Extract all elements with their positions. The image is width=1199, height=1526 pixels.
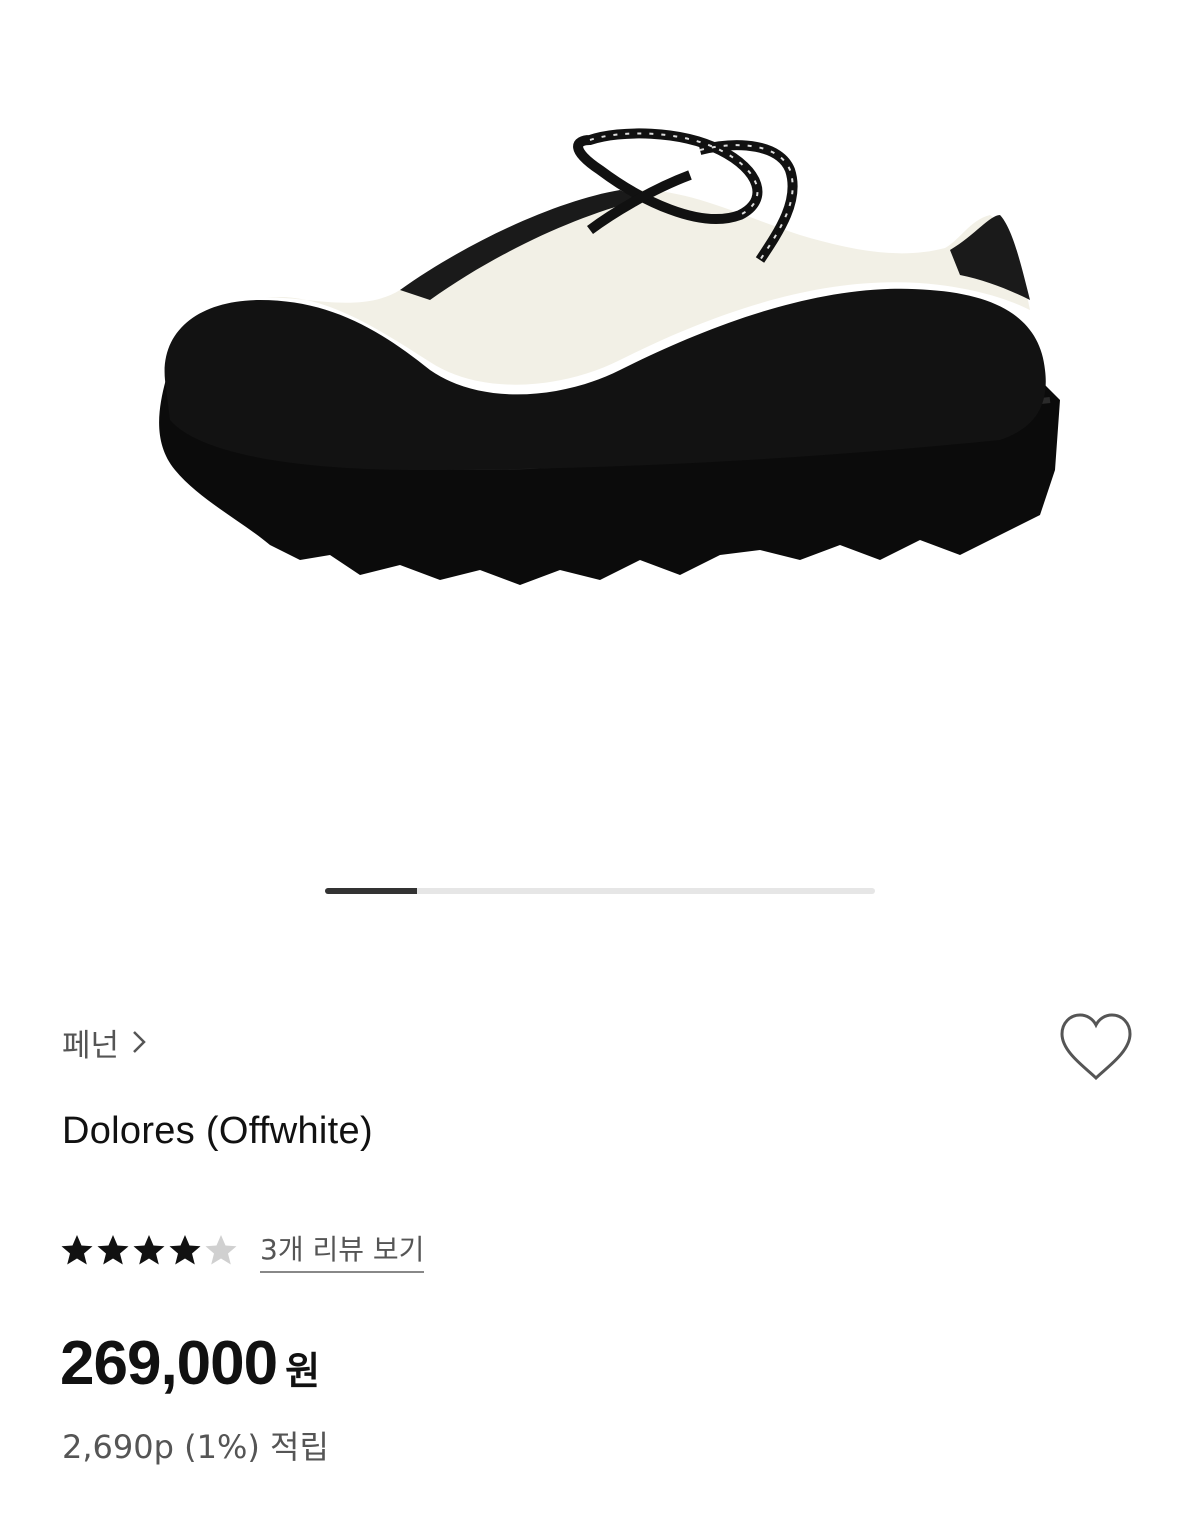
- star-filled-icon: [61, 1235, 93, 1265]
- brand-link[interactable]: 페넌: [62, 1020, 147, 1064]
- product-title: Dolores (Offwhite): [62, 1110, 373, 1152]
- rating-row: 3개 리뷰 보기: [60, 1226, 425, 1274]
- reward-points: 2,690p (1%) 적립: [62, 1428, 329, 1466]
- product-image-gallery[interactable]: [0, 0, 1199, 860]
- brand-name: 페넌: [62, 1027, 120, 1064]
- gallery-progress-fill: [325, 888, 417, 894]
- chevron-right-icon: [133, 1031, 146, 1053]
- star-filled-icon: [97, 1235, 129, 1265]
- product-shoe-image: [159, 128, 1060, 585]
- star-rating: [60, 1233, 238, 1267]
- star-filled-icon: [133, 1235, 165, 1265]
- price-row: 269,000 원: [60, 1328, 320, 1399]
- gallery-progress-indicator: [325, 888, 875, 894]
- star-filled-icon: [169, 1235, 201, 1265]
- price-value: 269,000: [60, 1329, 278, 1398]
- review-link[interactable]: 3개 리뷰 보기: [260, 1228, 425, 1273]
- price-currency: 원: [285, 1349, 321, 1393]
- star-empty-icon: [205, 1235, 237, 1265]
- heart-outline-icon[interactable]: [1056, 1010, 1136, 1086]
